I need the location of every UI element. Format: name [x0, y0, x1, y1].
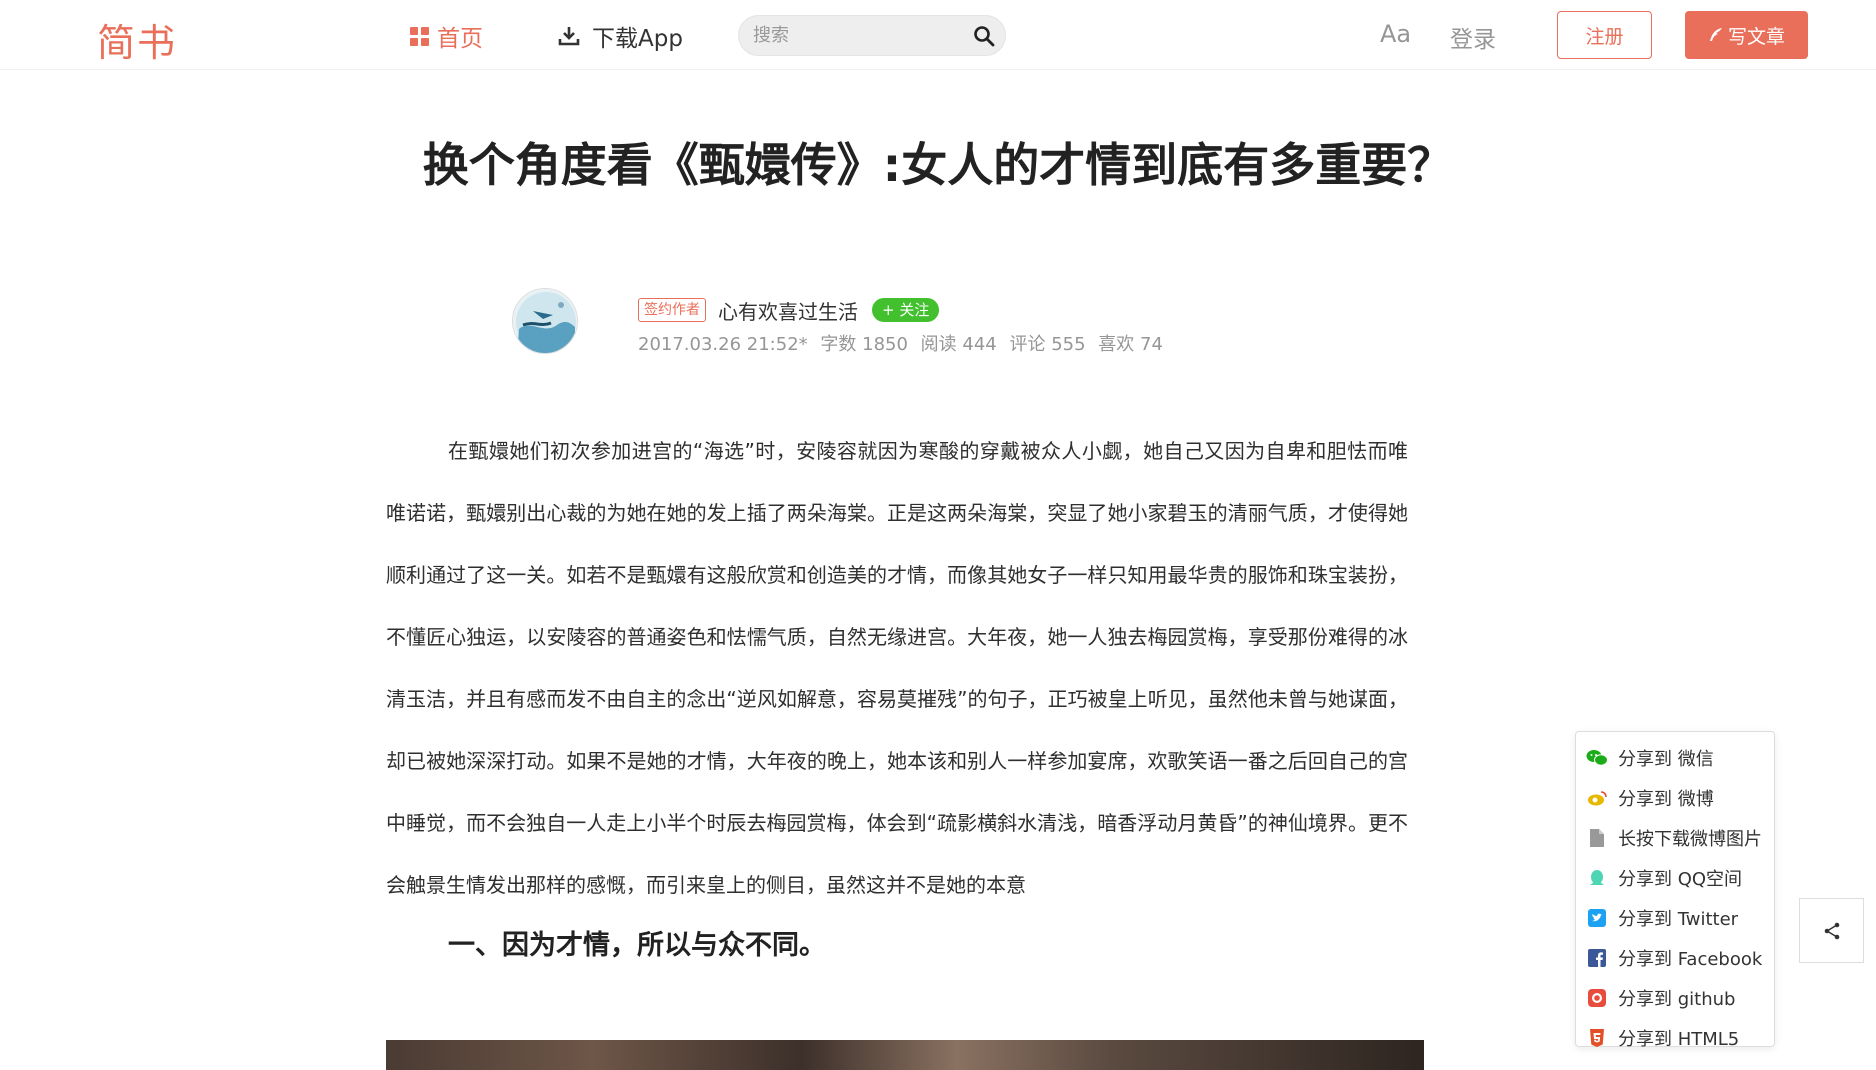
html5-icon	[1586, 1027, 1608, 1049]
weibo-icon	[1586, 787, 1608, 809]
share-html5[interactable]: 分享到 HTML5	[1576, 1018, 1774, 1058]
search-box	[738, 15, 1006, 56]
quill-icon	[1709, 28, 1722, 41]
word-count: 字数 1850	[820, 334, 908, 355]
nav-app-label: 下载App	[592, 26, 683, 52]
share-qzone[interactable]: 分享到 QQ空间	[1576, 858, 1774, 898]
register-button[interactable]: 注册	[1557, 11, 1652, 59]
download-icon	[558, 27, 580, 46]
font-size-toggle[interactable]: Aa	[1380, 20, 1411, 48]
author-name-link[interactable]: 心有欢喜过生活	[718, 296, 858, 325]
share-facebook[interactable]: 分享到 Facebook	[1576, 938, 1774, 978]
jianshu-logo[interactable]: 简书	[97, 12, 177, 67]
share-icon	[1824, 922, 1839, 939]
share-twitter[interactable]: 分享到 Twitter	[1576, 898, 1774, 938]
share-weibo[interactable]: 分享到 微博	[1576, 778, 1774, 818]
write-article-button[interactable]: 写文章	[1685, 11, 1808, 59]
share-wechat-label: 分享到 微信	[1618, 749, 1714, 770]
share-weibo-image[interactable]: 长按下载微博图片	[1576, 818, 1774, 858]
search-button[interactable]	[971, 23, 997, 49]
twitter-icon	[1586, 907, 1608, 929]
article-paragraph: 在甄嬛她们初次参加进宫的“海选”时，安陵容就因为寒酸的穿戴被众人小觑，她自己又因…	[386, 439, 1408, 897]
search-input[interactable]	[753, 16, 953, 55]
publish-time: 2017.03.26 21:52*	[638, 334, 808, 355]
author-avatar[interactable]	[512, 288, 578, 354]
share-toggle-button[interactable]	[1799, 898, 1864, 963]
nav-download-app-link[interactable]: 下载App	[558, 18, 683, 54]
share-weibo-label: 分享到 微博	[1618, 789, 1714, 810]
github-icon	[1586, 987, 1608, 1009]
comment-count: 评论 555	[1009, 334, 1086, 355]
share-html5-label: 分享到 HTML5	[1618, 1029, 1740, 1050]
follow-button[interactable]: + 关注	[872, 298, 940, 322]
share-menu: 分享到 微信 分享到 微博 长按下载微博图片 分享到 QQ空间 分享到 Twit…	[1575, 731, 1775, 1050]
file-icon	[1586, 827, 1608, 849]
login-link[interactable]: 登录	[1450, 20, 1496, 54]
share-wechat[interactable]: 分享到 微信	[1576, 738, 1774, 778]
share-facebook-label: 分享到 Facebook	[1618, 949, 1763, 970]
share-weibo-image-label: 长按下载微博图片	[1618, 829, 1762, 850]
wechat-icon	[1586, 747, 1608, 769]
facebook-icon	[1586, 947, 1608, 969]
article-content: 在甄嬛她们初次参加进宫的“海选”时，安陵容就因为寒酸的穿戴被众人小觑，她自己又因…	[386, 420, 1408, 966]
article-image	[386, 1040, 1424, 1070]
share-github-label: 分享到 github	[1618, 989, 1736, 1010]
nav-home-link[interactable]: 首页	[410, 18, 483, 54]
signed-author-badge: 签约作者	[638, 298, 706, 322]
article-meta: 2017.03.26 21:52* 字数 1850 阅读 444 评论 555 …	[638, 330, 1170, 356]
article-title: 换个角度看《甄嬛传》:女人的才情到底有多重要？	[422, 138, 1454, 192]
write-article-label: 写文章	[1727, 25, 1785, 48]
top-navbar: 简书 首页 下载App Aa 登录 注册 写文章	[0, 0, 1876, 70]
nav-home-label: 首页	[437, 26, 483, 52]
share-twitter-label: 分享到 Twitter	[1618, 909, 1739, 930]
read-count: 阅读 444	[920, 334, 997, 355]
home-grid-icon	[410, 26, 429, 46]
like-count: 喜欢 74	[1098, 334, 1163, 355]
author-info-row: 签约作者 心有欢喜过生活 + 关注	[638, 296, 940, 325]
qzone-icon	[1586, 867, 1608, 889]
section-heading: 一、因为才情，所以与众不同。	[448, 930, 826, 961]
search-icon	[974, 26, 995, 47]
share-github[interactable]: 分享到 github	[1576, 978, 1774, 1018]
share-qzone-label: 分享到 QQ空间	[1618, 869, 1743, 890]
